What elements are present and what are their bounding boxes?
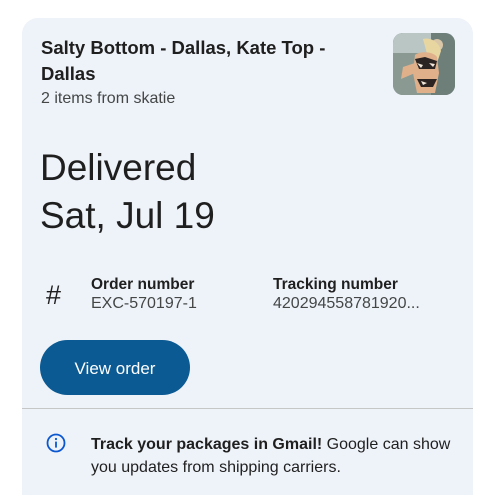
order-number-value: EXC-570197-1 xyxy=(91,295,197,312)
delivery-status: Delivered Sat, Jul 19 xyxy=(40,144,215,240)
gmail-tracking-info: Track your packages in Gmail! Google can… xyxy=(91,433,461,479)
order-title: Salty Bottom - Dallas, Kate Top - Dallas xyxy=(41,37,326,84)
status-text: Delivered xyxy=(40,147,197,188)
info-bold-text: Track your packages in Gmail! xyxy=(91,436,323,453)
order-card[interactable]: Salty Bottom - Dallas, Kate Top - Dallas… xyxy=(22,18,473,495)
product-thumbnail[interactable] xyxy=(393,33,455,95)
tracking-number-label: Tracking number xyxy=(273,276,398,293)
divider xyxy=(22,408,473,409)
delivery-date: Sat, Jul 19 xyxy=(40,195,215,236)
info-icon xyxy=(46,433,66,453)
product-photo-icon xyxy=(393,33,455,95)
tracking-number-value[interactable]: 420294558781920... xyxy=(273,294,420,314)
view-order-button[interactable]: View order xyxy=(40,340,190,395)
order-number-label: Order number xyxy=(91,276,195,293)
order-number-icon: # xyxy=(46,280,62,310)
order-subtitle: 2 items from skatie xyxy=(41,90,176,107)
